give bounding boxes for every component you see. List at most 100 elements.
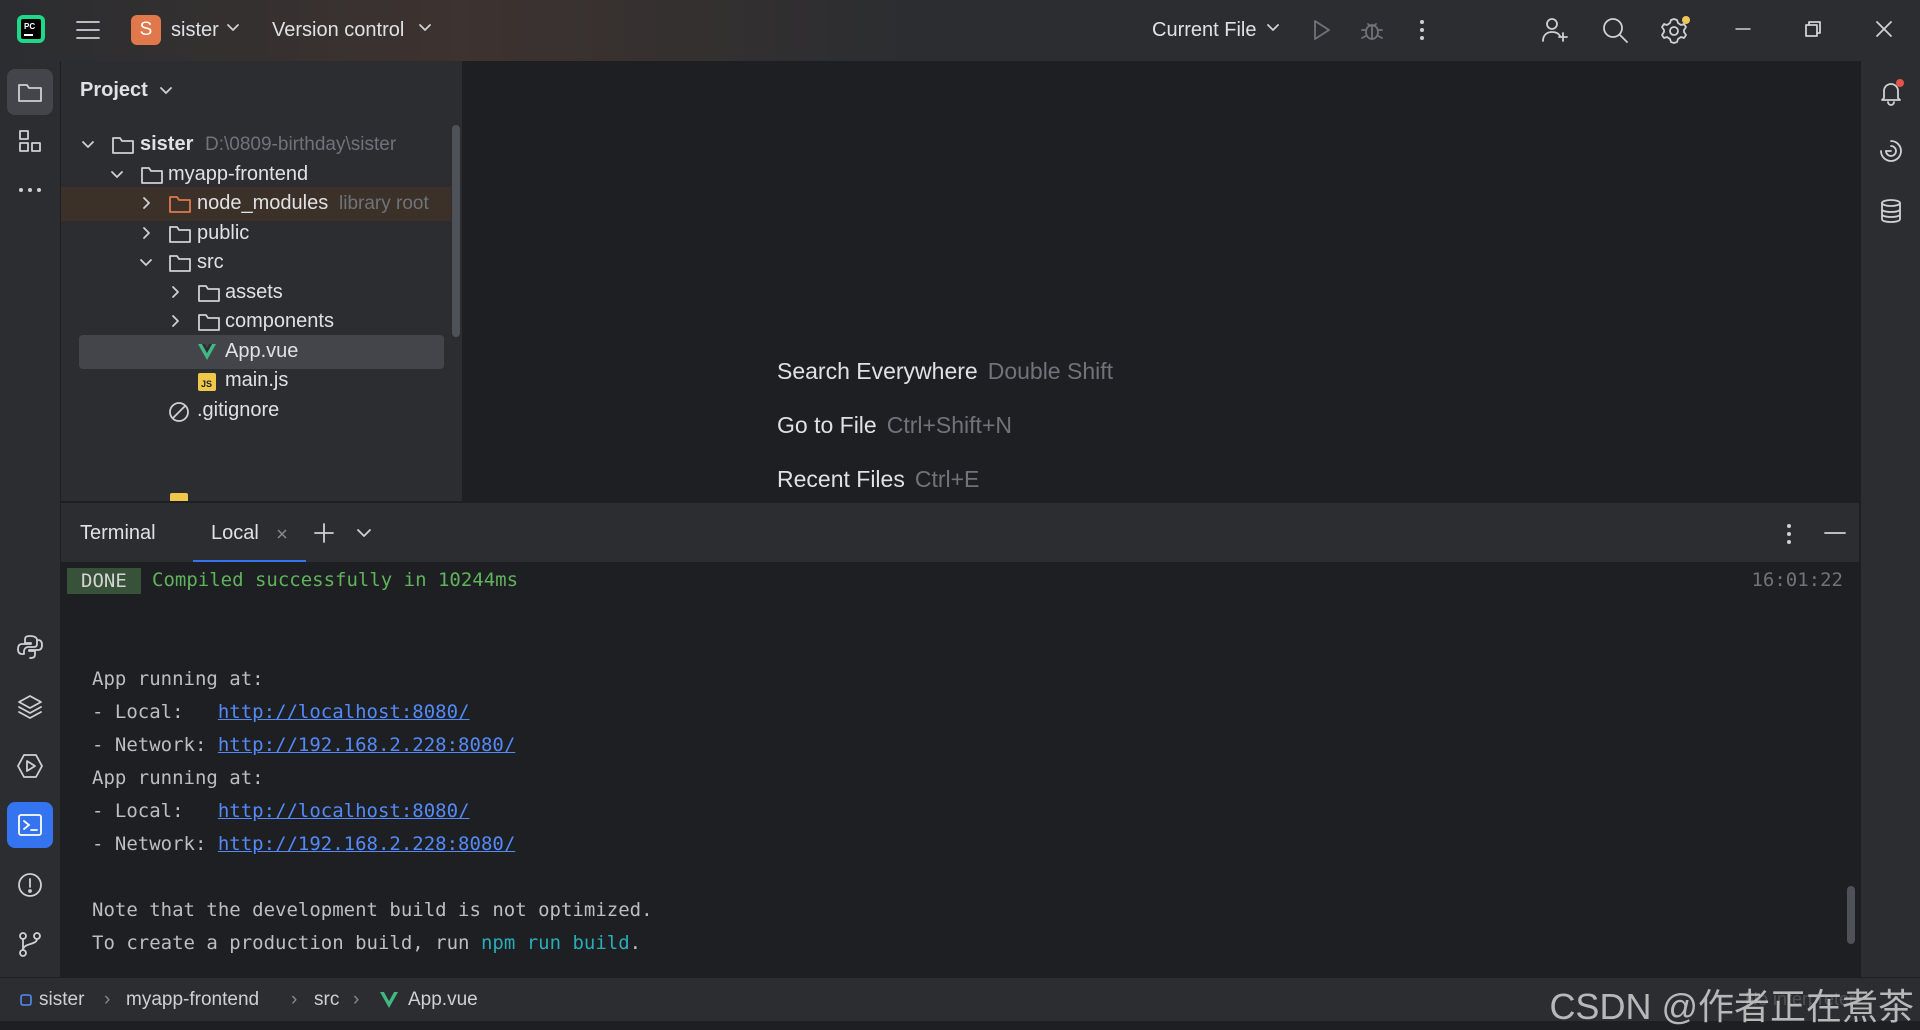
folder-icon <box>112 137 134 154</box>
ai-assistant-icon[interactable] <box>1868 128 1914 174</box>
local-url-link[interactable]: http://localhost:8080/ <box>218 701 470 723</box>
breadcrumb-separator-icon: › <box>104 989 111 1010</box>
terminal-header: Terminal Local <box>61 502 1859 563</box>
chevron-down-icon <box>82 141 94 148</box>
minimize-window-icon[interactable] <box>1734 20 1752 38</box>
chevron-right-icon <box>143 197 150 209</box>
python-console-icon[interactable] <box>7 624 53 670</box>
breadcrumb-item[interactable]: App.vue <box>408 989 478 1011</box>
tree-item-sister[interactable]: sister D:\0809-birthday\sister <box>61 128 451 162</box>
tree-item-partial <box>61 493 451 501</box>
folder-icon <box>198 285 220 302</box>
chevron-right-icon <box>172 315 179 327</box>
tree-item-label: src <box>197 251 224 273</box>
npm-command: npm run build <box>480 932 630 954</box>
js-file-icon: JS <box>198 373 216 391</box>
local-url-link[interactable]: http://localhost:8080/ <box>218 800 470 822</box>
tree-item-src[interactable]: src <box>61 246 451 280</box>
project-tool-button[interactable] <box>7 69 53 115</box>
settings-gear-icon[interactable] <box>1659 15 1691 47</box>
folder-icon <box>198 314 220 331</box>
left-tool-strip <box>0 61 61 977</box>
compile-timestamp: 16:01:22 <box>1751 569 1843 591</box>
tree-item-label: main.js <box>225 369 289 391</box>
chevron-down-icon <box>226 23 240 33</box>
hint-search-everywhere[interactable]: Search Everywhere Double Shift <box>777 358 1113 385</box>
chevron-down-icon <box>418 23 432 33</box>
vcs-menu[interactable]: Version control <box>272 19 404 42</box>
terminal-output[interactable]: DONE Compiled successfully in 10244ms 16… <box>61 562 1859 977</box>
run-icon[interactable] <box>1308 17 1334 43</box>
tree-item-label: sister <box>140 133 194 155</box>
tree-item-main-js[interactable]: JS main.js <box>61 364 451 398</box>
network-url-link[interactable]: http://192.168.2.228:8080/ <box>218 833 515 855</box>
tree-item-hint: library root <box>339 193 429 214</box>
project-view-selector[interactable]: Project <box>80 79 173 102</box>
debug-icon[interactable] <box>1358 16 1386 44</box>
project-avatar: S <box>131 15 161 45</box>
main-menu-icon[interactable] <box>74 17 102 43</box>
restore-window-icon[interactable] <box>1804 20 1822 38</box>
terminal-line: Note that the development build is not o… <box>92 899 653 921</box>
title-bar: PC S sister Version control Current File <box>0 0 1920 62</box>
hint-shortcut: Double Shift <box>987 358 1114 384</box>
hint-go-to-file[interactable]: Go to File Ctrl+Shift+N <box>777 412 1012 439</box>
chevron-down-icon[interactable] <box>356 528 372 538</box>
notifications-bell-icon[interactable] <box>1868 69 1914 115</box>
search-icon[interactable] <box>1600 15 1630 45</box>
terminal-line: To create a production build, run npm ru… <box>92 932 642 954</box>
more-actions-icon[interactable] <box>1414 17 1430 43</box>
tree-item-node-modules[interactable]: node_modules library root <box>61 187 451 221</box>
project-panel-title: Project <box>80 79 148 101</box>
new-terminal-plus-icon[interactable] <box>313 522 335 544</box>
breadcrumb-item[interactable]: sister <box>39 989 84 1011</box>
git-branch-icon[interactable] <box>7 921 53 967</box>
more-tools-icon[interactable] <box>7 167 53 213</box>
vue-file-icon <box>198 344 216 360</box>
pycharm-logo[interactable]: PC <box>16 14 46 44</box>
terminal-scrollbar[interactable] <box>1847 886 1855 944</box>
services-icon[interactable] <box>7 743 53 789</box>
hint-recent-files[interactable]: Recent Files Ctrl+E <box>777 466 979 493</box>
tree-item-label: components <box>225 310 334 332</box>
terminal-line: - Network: http://192.168.2.228:8080/ <box>92 833 516 855</box>
terminal-line: - Network: http://192.168.2.228:8080/ <box>92 734 516 756</box>
project-scrollbar[interactable] <box>452 125 460 337</box>
hint-shortcut: Ctrl+Shift+N <box>886 412 1012 438</box>
svg-text:JS: JS <box>201 379 212 389</box>
tree-item-label: node_modules <box>197 192 329 214</box>
svg-text:PC: PC <box>24 22 35 31</box>
run-config-selector[interactable]: Current File <box>1152 19 1256 42</box>
project-switcher[interactable]: sister <box>171 19 219 42</box>
layers-icon[interactable] <box>7 683 53 729</box>
chevron-down-icon <box>140 259 152 266</box>
terminal-tool-button[interactable] <box>7 802 53 848</box>
right-tool-strip <box>1860 61 1920 977</box>
hint-shortcut: Ctrl+E <box>914 466 980 492</box>
network-url-link[interactable]: http://192.168.2.228:8080/ <box>218 734 515 756</box>
folder-icon <box>169 196 191 213</box>
csdn-watermark: CSDN @作者正在煮茶 <box>1549 986 1914 1027</box>
problems-icon[interactable] <box>7 862 53 908</box>
tree-item-path: D:\0809-birthday\sister <box>205 134 397 155</box>
folder-icon <box>169 226 191 243</box>
close-window-icon[interactable] <box>1875 20 1893 38</box>
tree-item-gitignore[interactable]: .gitignore <box>61 394 451 428</box>
terminal-line: App running at: <box>92 767 264 789</box>
hint-action: Go to File <box>777 412 877 438</box>
module-icon <box>20 994 32 1006</box>
terminal-tab-local[interactable]: Local <box>193 503 306 563</box>
add-user-icon[interactable] <box>1540 15 1570 45</box>
ignored-file-icon <box>169 402 189 422</box>
database-icon[interactable] <box>1868 188 1914 234</box>
breadcrumb-item[interactable]: src <box>314 989 339 1011</box>
close-tab-icon[interactable] <box>276 528 288 540</box>
terminal-options-icon[interactable] <box>1783 522 1795 546</box>
folder-icon <box>141 167 163 184</box>
breadcrumb-item[interactable]: myapp-frontend <box>126 989 259 1011</box>
done-badge: DONE <box>67 568 141 594</box>
structure-icon[interactable] <box>7 118 53 164</box>
hint-action: Search Everywhere <box>777 358 978 384</box>
tree-item-components[interactable]: components <box>61 305 451 339</box>
hide-panel-icon[interactable] <box>1824 531 1846 535</box>
